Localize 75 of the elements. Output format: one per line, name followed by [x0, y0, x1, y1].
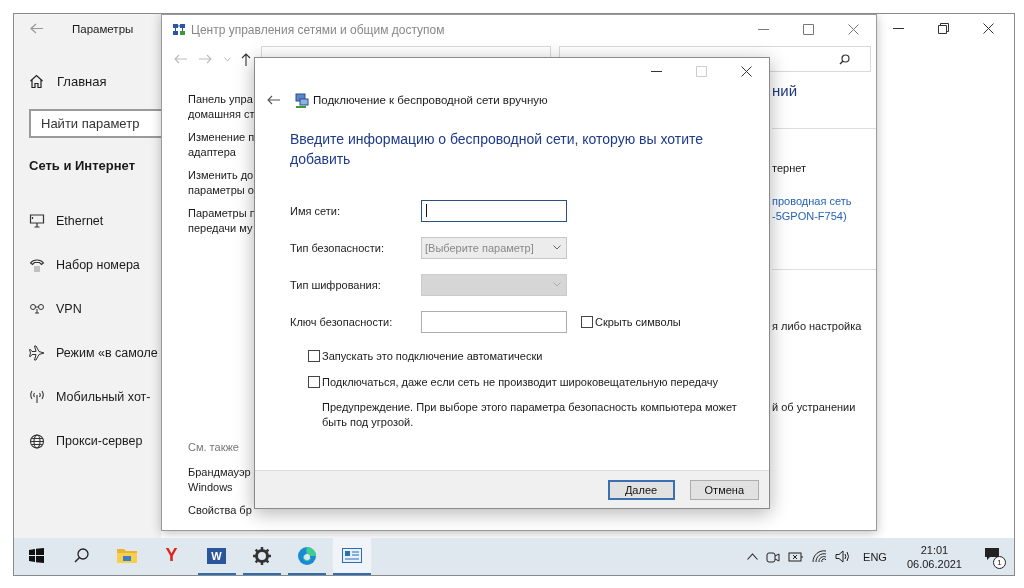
- sidebar-link[interactable]: Параметры п передачи му: [188, 206, 254, 236]
- battery-icon[interactable]: [788, 550, 805, 563]
- notification-button[interactable]: 1: [984, 546, 1004, 567]
- dialog-title: Подключение к беспроводной сети вручную: [313, 94, 548, 106]
- input-field[interactable]: [421, 199, 567, 222]
- chevron-down-icon: [553, 245, 561, 250]
- browser-icon: Y: [165, 545, 178, 566]
- clock[interactable]: 21:01 06.06.2021: [906, 542, 962, 571]
- wifi-icon[interactable]: [812, 550, 828, 563]
- home-icon: [29, 73, 44, 89]
- edge-icon: [296, 545, 317, 566]
- sidebar-link[interactable]: Панель упра домашняя ст: [188, 92, 254, 122]
- close-icon[interactable]: [983, 23, 994, 34]
- folder-icon: [116, 547, 137, 564]
- nav-item[interactable]: Режим «в самоле: [29, 331, 161, 375]
- windows-logo-icon: [29, 548, 44, 563]
- dialog-button[interactable]: Отмена: [689, 479, 759, 500]
- monitor-icon: [29, 214, 45, 228]
- search-field[interactable]: Найти параметр: [29, 109, 161, 138]
- window-title: Центр управления сетями и общим доступом: [191, 23, 445, 37]
- vpn-icon: [29, 303, 45, 315]
- gear-icon: [252, 546, 271, 565]
- sidebar-link[interactable]: Брандмауэр Windows: [188, 465, 254, 495]
- sidebar-link[interactable]: Свойства бр: [188, 503, 254, 518]
- up-arrow-icon[interactable]: [241, 52, 251, 66]
- search-icon: [839, 53, 850, 65]
- task-text: й об устранении: [772, 400, 857, 415]
- back-arrow-icon[interactable]: [267, 95, 280, 105]
- window-title: Параметры: [72, 22, 134, 35]
- notification-count: 1: [993, 555, 1006, 569]
- nav-item[interactable]: Ethernet: [29, 199, 161, 243]
- home-link[interactable]: Главная: [29, 71, 161, 91]
- word-icon: W: [207, 547, 226, 564]
- text-cursor: [426, 204, 427, 217]
- dialog-button[interactable]: Далее: [607, 479, 675, 500]
- nav-item[interactable]: Мобильный хот-: [29, 375, 161, 419]
- language-indicator[interactable]: ENG: [863, 550, 887, 563]
- checkbox[interactable]: Подключаться, даже если сеть не производит широковещательную передачу: [308, 369, 769, 395]
- chevron-up-icon[interactable]: [747, 553, 759, 560]
- close-icon[interactable]: [741, 66, 752, 77]
- taskbar-button[interactable]: Y: [149, 538, 194, 575]
- sidebar-link[interactable]: Изменить до параметры о: [188, 168, 254, 198]
- warning-text: Предупреждение. При выборе этого параметра безопасность компьютера может быть под угрозой.: [322, 400, 738, 430]
- checkbox[interactable]: Запускать это подключение автоматически: [308, 343, 769, 369]
- airplane-icon: [29, 345, 45, 361]
- input-field[interactable]: [421, 310, 567, 333]
- dialog-heading: Введите информацию о беспроводной сети, которую вы хотите добавить: [290, 130, 705, 169]
- search-icon: [74, 548, 89, 563]
- connection-label: тернет: [772, 161, 807, 176]
- section-heading: ний: [772, 82, 799, 100]
- control-panel-icon: [341, 548, 362, 563]
- field-label: Имя сети:: [290, 204, 341, 217]
- section-heading: Сеть и Интернет: [29, 158, 137, 174]
- field-label: Тип безопасности:: [290, 241, 385, 254]
- camera-icon[interactable]: [766, 549, 781, 564]
- nav-item[interactable]: Набор номера: [29, 243, 161, 287]
- globe-icon: [29, 433, 45, 449]
- task-text: я либо настройка: [772, 319, 863, 334]
- connection-link[interactable]: проводная сеть -5GPON-F754): [772, 194, 876, 224]
- field-label: Тип шифрования:: [290, 278, 382, 291]
- sidebar-link[interactable]: Изменение п адаптера: [188, 130, 254, 160]
- see-also-heading: См. также: [188, 441, 240, 453]
- field-label: Ключ безопасности:: [290, 315, 394, 328]
- network-icon: [172, 23, 186, 37]
- checkbox[interactable]: Скрыть символы: [581, 315, 681, 328]
- chevron-down-icon: [553, 282, 561, 287]
- network-icon: [294, 92, 309, 108]
- maximize-icon[interactable]: [803, 24, 814, 35]
- nav-item[interactable]: Прокси-сервер: [29, 419, 161, 463]
- phone-icon: [29, 258, 45, 272]
- taskbar-button[interactable]: W: [197, 538, 236, 575]
- restore-icon[interactable]: [938, 23, 949, 34]
- nav-item[interactable]: VPN: [29, 287, 161, 331]
- hotspot-icon: [29, 390, 45, 404]
- speaker-icon[interactable]: [835, 550, 852, 563]
